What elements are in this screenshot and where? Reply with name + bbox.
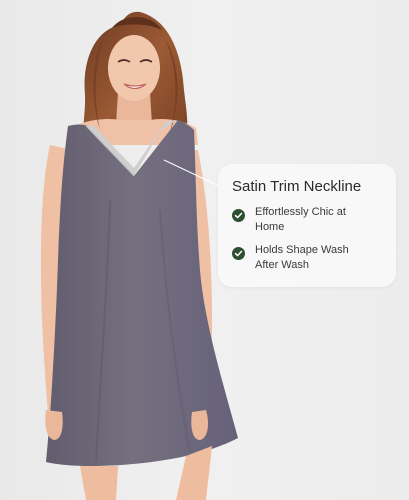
check-circle-icon (232, 247, 245, 260)
face (108, 35, 160, 101)
check-circle-icon (232, 209, 245, 222)
feature-text: Effortlessly Chic at Home (255, 206, 346, 233)
feature-item: Holds Shape Wash After Wash (232, 243, 384, 273)
feature-item: Effortlessly Chic at Home (232, 205, 384, 235)
callout-title: Satin Trim Neckline (232, 178, 362, 195)
callout-card: Satin Trim Neckline Effortlessly Chic at… (218, 164, 396, 287)
feature-text: Holds Shape Wash After Wash (255, 244, 349, 271)
legs (80, 466, 118, 500)
